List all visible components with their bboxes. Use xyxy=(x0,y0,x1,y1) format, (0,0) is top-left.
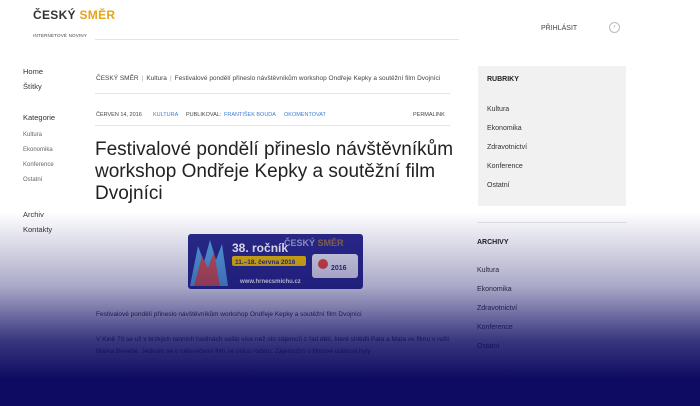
nav-category-ekonomika[interactable]: Ekonomika xyxy=(23,147,53,153)
sidebar-archive-konference[interactable]: Konference xyxy=(477,324,513,331)
sidebar-rubrika-ostatni[interactable]: Ostatní xyxy=(487,182,510,189)
article-author-link[interactable]: FRANTIŠEK BOUDA xyxy=(224,112,276,118)
site-logo[interactable]: ČESKÝ SMĚR xyxy=(33,8,115,22)
header-divider xyxy=(95,39,459,40)
banner-logo-overlay: ČESKÝ SMĚR xyxy=(284,237,344,248)
festival-banner[interactable]: 38. ročník 11.–18. června 2016 www.hrnec… xyxy=(188,234,363,289)
login-arrow-icon[interactable]: › xyxy=(609,22,620,33)
published-by-label: PUBLIKOVAL: xyxy=(186,112,222,118)
breadcrumb-home[interactable]: ČESKÝ SMĚR xyxy=(96,75,139,82)
nav-categories-heading: Kategorie xyxy=(23,113,56,122)
logo-text-main: ČESKÝ xyxy=(33,8,80,22)
sidebar-rubrika-konference[interactable]: Konference xyxy=(487,163,523,170)
sidebar-divider xyxy=(478,222,626,223)
breadcrumb-separator: | xyxy=(141,75,144,82)
banner-logo-main: ČESKÝ xyxy=(284,237,318,248)
banner-url: www.hrnecsmichu.cz xyxy=(239,279,301,285)
sidebar-rubrika-kultura[interactable]: Kultura xyxy=(487,106,509,113)
sidebar-rubrika-zdravotnictvi[interactable]: Zdravotnictví xyxy=(487,144,527,151)
comment-link[interactable]: OKOMENTOVAT xyxy=(284,112,326,118)
breadcrumb: ČESKÝ SMĚR | Kultura | Festivalové pondělí p… xyxy=(96,75,440,82)
nav-archive[interactable]: Archiv xyxy=(23,210,44,219)
logo-text-accent: SMĚR xyxy=(79,8,116,22)
nav-category-ostatni[interactable]: Ostatní xyxy=(23,177,42,183)
nav-contacts[interactable]: Kontakty xyxy=(23,225,52,234)
nav-home[interactable]: Home xyxy=(23,67,43,76)
banner-dates: 11.–18. června 2016 xyxy=(235,259,296,266)
meta-divider xyxy=(95,125,450,126)
breadcrumb-divider xyxy=(95,93,450,94)
sidebar-archive-kultura[interactable]: Kultura xyxy=(477,267,499,274)
permalink-link[interactable]: PERMALINK xyxy=(413,112,445,118)
login-link[interactable]: PŘIHLÁSIT xyxy=(541,25,577,32)
sidebar-rubriky-heading: RUBRIKY xyxy=(487,76,519,83)
breadcrumb-section[interactable]: Kultura xyxy=(146,75,167,82)
article-category-link[interactable]: KULTURA xyxy=(153,112,178,118)
article-title: Festivalové pondělí přineslo návštěvníků… xyxy=(95,139,454,204)
sidebar-archive-ekonomika[interactable]: Ekonomika xyxy=(477,286,512,293)
banner-logo-accent: SMĚR xyxy=(318,237,345,248)
banner-edition: 38. ročník xyxy=(232,241,288,255)
breadcrumb-current: Festivalové pondělí přineslo návštěvníků… xyxy=(174,75,441,82)
nav-category-konference[interactable]: Konference xyxy=(23,162,54,168)
sidebar-archive-heading: ARCHIVY xyxy=(477,239,509,246)
sidebar-archive-ostatni[interactable]: Ostatní xyxy=(477,343,500,350)
banner-badge-emblem-icon xyxy=(318,259,328,269)
sidebar-rubrika-ekonomika[interactable]: Ekonomika xyxy=(487,125,522,132)
sidebar-archive-zdravotnictvi[interactable]: Zdravotnictví xyxy=(477,305,517,312)
nav-category-kultura[interactable]: Kultura xyxy=(23,132,42,138)
nav-tags[interactable]: Štítky xyxy=(23,82,42,91)
article-date: ČERVEN 14, 2016 xyxy=(96,112,142,118)
article-body: V Kině 70 se už v brzkých ranních hodiná… xyxy=(96,336,449,355)
breadcrumb-separator: | xyxy=(169,75,172,82)
banner-badge-year: 2016 xyxy=(331,265,347,272)
site-tagline: INTERNETOVÉ NOVINY xyxy=(33,33,88,38)
article-lead: Festivalové pondělí přineslo návštěvníků… xyxy=(96,311,362,318)
